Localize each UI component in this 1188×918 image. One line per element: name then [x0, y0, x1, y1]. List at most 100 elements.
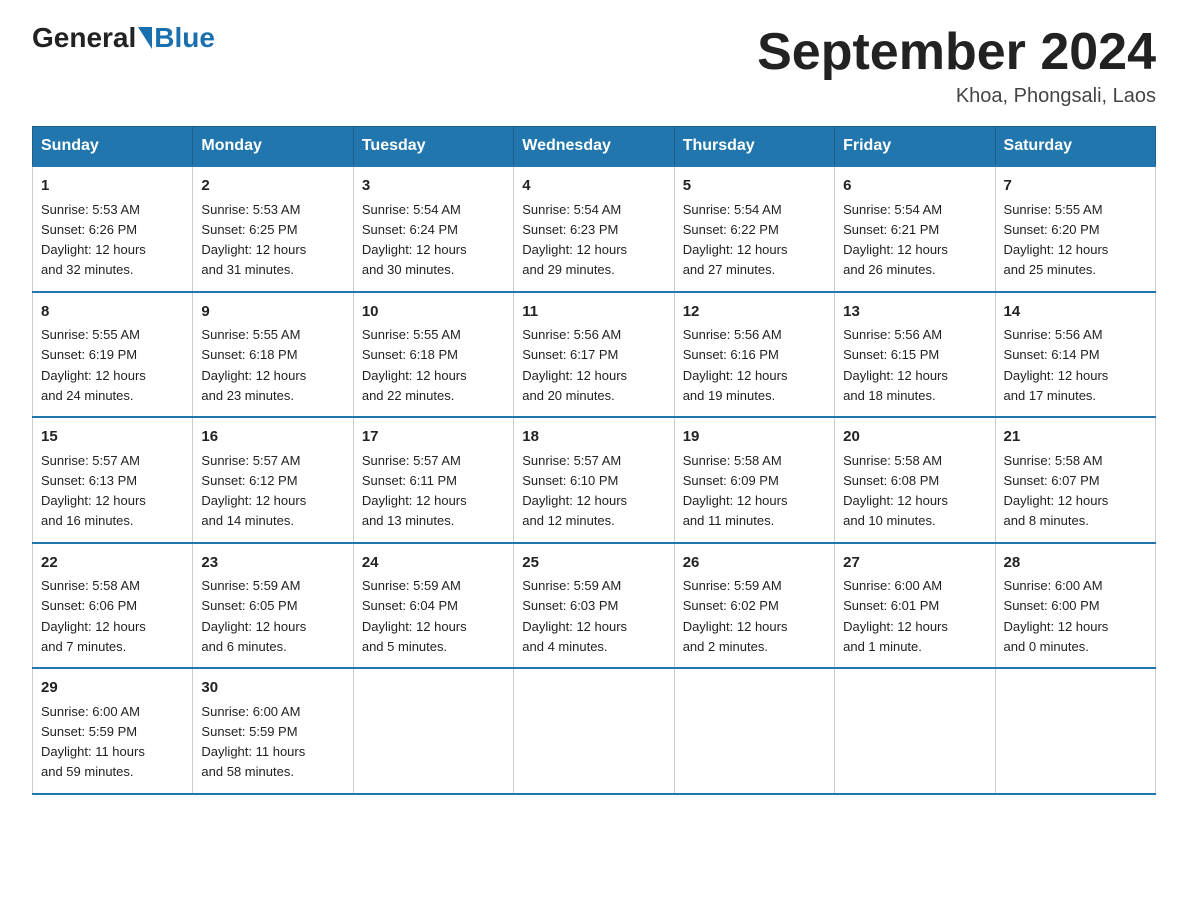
day-number: 2	[201, 175, 344, 198]
calendar-day-cell: 7 Sunrise: 5:55 AM Sunset: 6:20 PM Daylig…	[995, 166, 1155, 292]
calendar-day-header: Saturday	[995, 127, 1155, 167]
calendar-day-cell: 28Sunrise: 6:00 AM Sunset: 6:00 PM Dayli…	[995, 543, 1155, 669]
calendar-day-cell: 15Sunrise: 5:57 AM Sunset: 6:13 PM Dayli…	[33, 417, 193, 543]
calendar-day-cell	[353, 668, 513, 794]
day-number: 27	[843, 552, 986, 575]
calendar-day-cell: 23 Sunrise: 5:59 AM Sunset: 6:05 PM Dayli…	[193, 543, 353, 669]
day-info-text: Sunrise: 5:55 AM Sunset: 6:18 PM Dayligh…	[362, 327, 467, 403]
day-number: 8	[41, 301, 184, 324]
calendar-day-header: Wednesday	[514, 127, 674, 167]
calendar-title: September 2024	[757, 24, 1156, 81]
calendar-day-cell: 10 Sunrise: 5:55 AM Sunset: 6:18 PM Dayli…	[353, 292, 513, 418]
day-number: 22	[41, 552, 184, 575]
calendar-day-header: Monday	[193, 127, 353, 167]
day-number: 28	[1004, 552, 1147, 575]
calendar-day-cell: 8 Sunrise: 5:55 AM Sunset: 6:19 PM Daylig…	[33, 292, 193, 418]
day-info-text: Sunrise: 5:53 AM Sunset: 6:25 PM Dayligh…	[201, 202, 306, 278]
day-info-text: Sunrise: 5:59 AM Sunset: 6:02 PM Dayligh…	[683, 578, 788, 654]
calendar-day-cell: 18Sunrise: 5:57 AM Sunset: 6:10 PM Dayli…	[514, 417, 674, 543]
day-number: 6	[843, 175, 986, 198]
day-info-text: Sunrise: 5:55 AM Sunset: 6:20 PM Dayligh…	[1004, 202, 1109, 278]
calendar-week-row: 22 Sunrise: 5:58 AM Sunset: 6:06 PM Dayli…	[33, 543, 1156, 669]
day-info-text: Sunrise: 5:56 AM Sunset: 6:15 PM Dayligh…	[843, 327, 948, 403]
calendar-day-cell: 17Sunrise: 5:57 AM Sunset: 6:11 PM Dayli…	[353, 417, 513, 543]
day-info-text: Sunrise: 5:57 AM Sunset: 6:10 PM Dayligh…	[522, 453, 627, 529]
calendar-day-cell	[835, 668, 995, 794]
calendar-week-row: 8 Sunrise: 5:55 AM Sunset: 6:19 PM Daylig…	[33, 292, 1156, 418]
logo: General Blue	[32, 24, 215, 52]
logo-blue-text: Blue	[154, 24, 215, 52]
day-number: 25	[522, 552, 665, 575]
day-info-text: Sunrise: 5:59 AM Sunset: 6:05 PM Dayligh…	[201, 578, 306, 654]
day-number: 13	[843, 301, 986, 324]
day-info-text: Sunrise: 5:54 AM Sunset: 6:21 PM Dayligh…	[843, 202, 948, 278]
calendar-day-cell: 6 Sunrise: 5:54 AM Sunset: 6:21 PM Daylig…	[835, 166, 995, 292]
day-info-text: Sunrise: 5:58 AM Sunset: 6:09 PM Dayligh…	[683, 453, 788, 529]
calendar-day-header: Friday	[835, 127, 995, 167]
calendar-day-header: Tuesday	[353, 127, 513, 167]
calendar-day-cell: 30 Sunrise: 6:00 AM Sunset: 5:59 PM Dayli…	[193, 668, 353, 794]
day-info-text: Sunrise: 6:00 AM Sunset: 6:01 PM Dayligh…	[843, 578, 948, 654]
calendar-day-cell: 22 Sunrise: 5:58 AM Sunset: 6:06 PM Dayli…	[33, 543, 193, 669]
calendar-day-cell	[514, 668, 674, 794]
day-info-text: Sunrise: 6:00 AM Sunset: 5:59 PM Dayligh…	[201, 704, 305, 780]
calendar-day-cell	[674, 668, 834, 794]
day-number: 19	[683, 426, 826, 449]
day-number: 7	[1004, 175, 1147, 198]
calendar-day-cell: 25 Sunrise: 5:59 AM Sunset: 6:03 PM Dayli…	[514, 543, 674, 669]
calendar-day-cell: 4Sunrise: 5:54 AM Sunset: 6:23 PM Daylig…	[514, 166, 674, 292]
day-number: 23	[201, 552, 344, 575]
day-number: 16	[201, 426, 344, 449]
day-number: 24	[362, 552, 505, 575]
calendar-day-cell: 14 Sunrise: 5:56 AM Sunset: 6:14 PM Dayli…	[995, 292, 1155, 418]
calendar-day-cell: 16 Sunrise: 5:57 AM Sunset: 6:12 PM Dayli…	[193, 417, 353, 543]
day-info-text: Sunrise: 6:00 AM Sunset: 5:59 PM Dayligh…	[41, 704, 145, 780]
day-number: 5	[683, 175, 826, 198]
day-number: 3	[362, 175, 505, 198]
calendar-day-cell: 12Sunrise: 5:56 AM Sunset: 6:16 PM Dayli…	[674, 292, 834, 418]
calendar-week-row: 1Sunrise: 5:53 AM Sunset: 6:26 PM Daylig…	[33, 166, 1156, 292]
calendar-day-cell: 29Sunrise: 6:00 AM Sunset: 5:59 PM Dayli…	[33, 668, 193, 794]
day-number: 30	[201, 677, 344, 700]
day-number: 20	[843, 426, 986, 449]
day-number: 9	[201, 301, 344, 324]
calendar-day-cell: 11Sunrise: 5:56 AM Sunset: 6:17 PM Dayli…	[514, 292, 674, 418]
day-info-text: Sunrise: 5:59 AM Sunset: 6:03 PM Dayligh…	[522, 578, 627, 654]
day-info-text: Sunrise: 5:58 AM Sunset: 6:08 PM Dayligh…	[843, 453, 948, 529]
logo-general-text: General	[32, 24, 136, 52]
calendar-day-cell: 27 Sunrise: 6:00 AM Sunset: 6:01 PM Dayli…	[835, 543, 995, 669]
calendar-day-cell: 1Sunrise: 5:53 AM Sunset: 6:26 PM Daylig…	[33, 166, 193, 292]
day-info-text: Sunrise: 5:58 AM Sunset: 6:07 PM Dayligh…	[1004, 453, 1109, 529]
day-number: 14	[1004, 301, 1147, 324]
calendar-day-cell: 26 Sunrise: 5:59 AM Sunset: 6:02 PM Dayli…	[674, 543, 834, 669]
calendar-day-cell: 24Sunrise: 5:59 AM Sunset: 6:04 PM Dayli…	[353, 543, 513, 669]
day-info-text: Sunrise: 5:54 AM Sunset: 6:23 PM Dayligh…	[522, 202, 627, 278]
calendar-week-row: 15Sunrise: 5:57 AM Sunset: 6:13 PM Dayli…	[33, 417, 1156, 543]
calendar-day-cell: 21 Sunrise: 5:58 AM Sunset: 6:07 PM Dayli…	[995, 417, 1155, 543]
calendar-subtitle: Khoa, Phongsali, Laos	[757, 85, 1156, 108]
day-number: 12	[683, 301, 826, 324]
calendar-day-cell: 9Sunrise: 5:55 AM Sunset: 6:18 PM Daylig…	[193, 292, 353, 418]
calendar-week-row: 29Sunrise: 6:00 AM Sunset: 5:59 PM Dayli…	[33, 668, 1156, 794]
day-number: 26	[683, 552, 826, 575]
day-number: 21	[1004, 426, 1147, 449]
calendar-day-cell: 3 Sunrise: 5:54 AM Sunset: 6:24 PM Daylig…	[353, 166, 513, 292]
calendar-day-cell: 13 Sunrise: 5:56 AM Sunset: 6:15 PM Dayli…	[835, 292, 995, 418]
day-number: 10	[362, 301, 505, 324]
day-info-text: Sunrise: 5:57 AM Sunset: 6:12 PM Dayligh…	[201, 453, 306, 529]
day-info-text: Sunrise: 5:57 AM Sunset: 6:11 PM Dayligh…	[362, 453, 467, 529]
calendar-table: SundayMondayTuesdayWednesdayThursdayFrid…	[32, 126, 1156, 795]
day-info-text: Sunrise: 5:54 AM Sunset: 6:22 PM Dayligh…	[683, 202, 788, 278]
day-info-text: Sunrise: 5:58 AM Sunset: 6:06 PM Dayligh…	[41, 578, 146, 654]
page-header: General Blue September 2024 Khoa, Phongs…	[32, 24, 1156, 108]
day-info-text: Sunrise: 5:56 AM Sunset: 6:14 PM Dayligh…	[1004, 327, 1109, 403]
logo-arrow-icon	[138, 27, 152, 49]
calendar-day-cell: 20 Sunrise: 5:58 AM Sunset: 6:08 PM Dayli…	[835, 417, 995, 543]
calendar-day-cell: 2 Sunrise: 5:53 AM Sunset: 6:25 PM Daylig…	[193, 166, 353, 292]
day-info-text: Sunrise: 5:55 AM Sunset: 6:19 PM Dayligh…	[41, 327, 146, 403]
day-number: 15	[41, 426, 184, 449]
title-block: September 2024 Khoa, Phongsali, Laos	[757, 24, 1156, 108]
day-info-text: Sunrise: 5:56 AM Sunset: 6:17 PM Dayligh…	[522, 327, 627, 403]
day-info-text: Sunrise: 5:54 AM Sunset: 6:24 PM Dayligh…	[362, 202, 467, 278]
day-number: 1	[41, 175, 184, 198]
